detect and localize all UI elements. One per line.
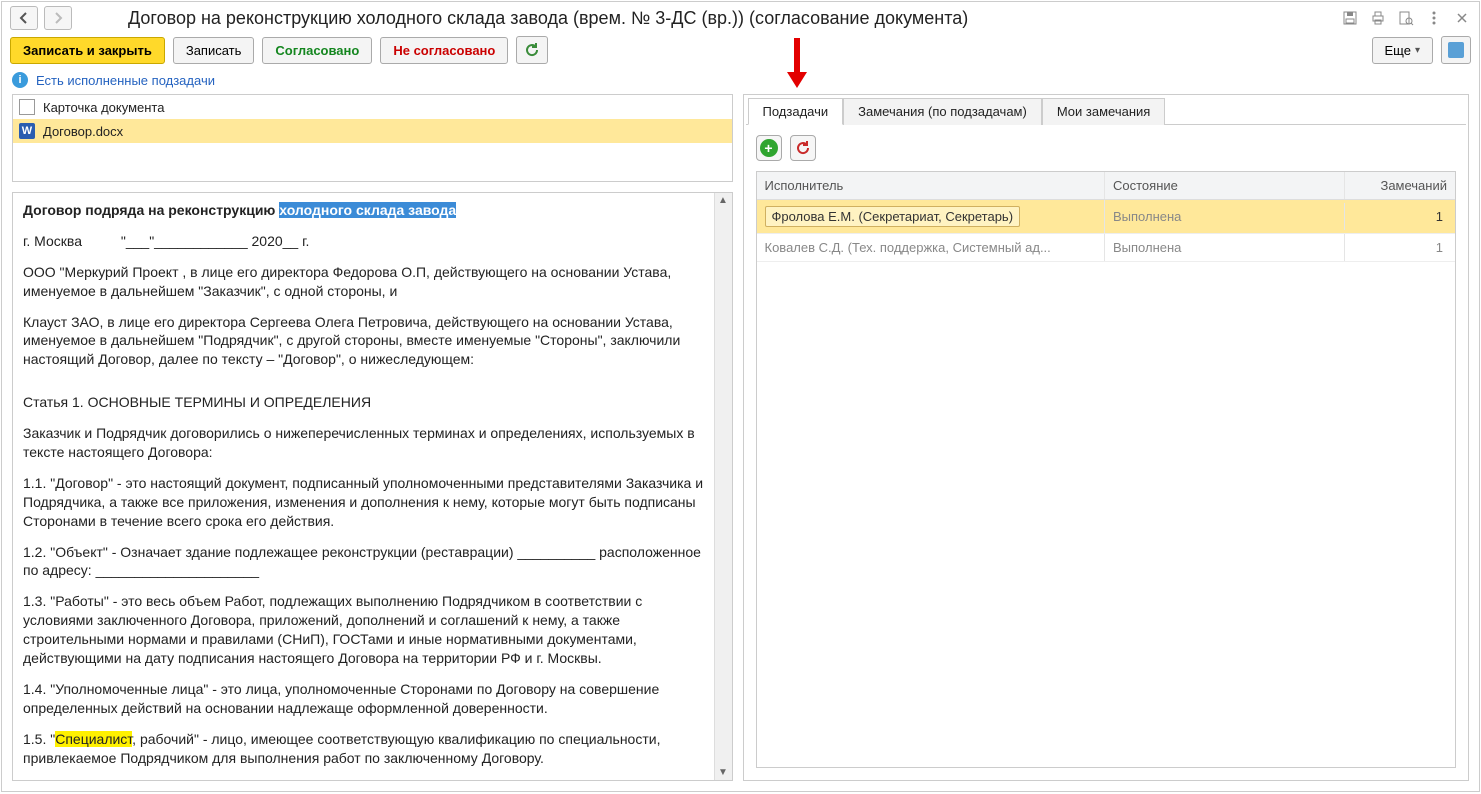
more-button[interactable]: Еще (1372, 37, 1433, 64)
file-row-card[interactable]: Карточка документа (13, 95, 732, 119)
card-icon (19, 99, 35, 115)
doc-para: ООО "Меркурий Проект , в лице его директ… (23, 263, 704, 301)
executor-cell: Ковалев С.Д. (Тех. поддержка, Системный … (757, 234, 1106, 261)
doc-para: 1.3. "Работы" - это весь объем Работ, по… (23, 592, 704, 668)
doc-title-selection: холодного склада завода (279, 202, 456, 218)
preview-icon[interactable] (1397, 9, 1415, 27)
state-cell: Выполнена (1105, 234, 1345, 261)
close-icon[interactable] (1453, 9, 1471, 27)
refresh-subtasks-button[interactable] (790, 135, 816, 161)
scrollbar[interactable]: ▲ ▼ (714, 193, 732, 780)
disagree-button[interactable]: Не согласовано (380, 37, 508, 64)
table-row[interactable]: Фролова Е.М. (Секретариат, Секретарь) Вы… (757, 200, 1456, 234)
doc-para: 1.4. "Уполномоченные лица" - это лица, у… (23, 680, 704, 718)
print-icon[interactable] (1369, 9, 1387, 27)
col-state[interactable]: Состояние (1105, 172, 1345, 199)
attachment-button[interactable] (1441, 36, 1471, 64)
doc-para: 1.5. "Специалист, рабочий" - лицо, имеющ… (23, 730, 704, 768)
state-cell: Выполнена (1105, 203, 1345, 230)
file-label: Карточка документа (43, 100, 164, 115)
agree-button[interactable]: Согласовано (262, 37, 372, 64)
more-label: Еще (1385, 43, 1411, 58)
col-executor[interactable]: Исполнитель (757, 172, 1106, 199)
nav-forward-button[interactable] (44, 6, 72, 30)
add-subtask-button[interactable]: + (756, 135, 782, 161)
subtask-toolbar: + (746, 125, 1467, 171)
save-icon[interactable] (1341, 9, 1359, 27)
tab-subtasks[interactable]: Подзадачи (748, 98, 844, 125)
document-preview[interactable]: Договор подряда на реконструкцию холодно… (13, 193, 714, 780)
grid-header: Исполнитель Состояние Замечаний (757, 172, 1456, 200)
table-row[interactable]: Ковалев С.Д. (Тех. поддержка, Системный … (757, 234, 1456, 262)
plus-icon: + (760, 139, 778, 157)
file-label: Договор.docx (43, 124, 123, 139)
main-toolbar: Записать и закрыть Записать Согласовано … (2, 34, 1479, 72)
doc-title: Договор подряда на реконструкцию холодно… (23, 201, 704, 220)
arrow-right-icon (52, 12, 64, 24)
attachment-icon (1448, 42, 1464, 58)
window-title: Договор на реконструкцию холодного склад… (128, 8, 1335, 29)
arrow-left-icon (18, 12, 30, 24)
executor-cell: Фролова Е.М. (Секретариат, Секретарь) (765, 206, 1021, 227)
refresh-button[interactable] (516, 36, 548, 64)
right-tabs: Подзадачи Замечания (по подзадачам) Мои … (746, 97, 1467, 125)
doc-para: 1.2. "Объект" - Означает здание подлежащ… (23, 543, 704, 581)
doc-highlight: Специалист (55, 731, 132, 747)
file-row-docx[interactable]: W Договор.docx (13, 119, 732, 143)
more-menu-icon[interactable] (1425, 9, 1443, 27)
word-icon: W (19, 123, 35, 139)
save-button[interactable]: Записать (173, 37, 255, 64)
doc-para: 1.1. "Договор" - это настоящий документ,… (23, 474, 704, 531)
doc-title-prefix: Договор подряда на реконструкцию (23, 202, 279, 218)
scroll-down-icon[interactable]: ▼ (718, 767, 728, 778)
info-icon: i (12, 72, 28, 88)
file-list[interactable]: Карточка документа W Договор.docx (12, 94, 733, 182)
tab-remarks-by-subtask[interactable]: Замечания (по подзадачам) (843, 98, 1042, 125)
scroll-up-icon[interactable]: ▲ (718, 195, 728, 206)
subtask-grid[interactable]: Исполнитель Состояние Замечаний Фролова … (756, 171, 1457, 768)
count-cell: 1 (1345, 234, 1455, 261)
doc-article-heading: Статья 1. ОСНОВНЫЕ ТЕРМИНЫ И ОПРЕДЕЛЕНИЯ (23, 393, 704, 412)
titlebar: Договор на реконструкцию холодного склад… (2, 2, 1479, 34)
info-link[interactable]: Есть исполненные подзадачи (36, 73, 215, 88)
count-cell: 1 (1345, 203, 1455, 230)
doc-para: Заказчик и Подрядчик договорились о ниже… (23, 424, 704, 462)
refresh-icon (524, 42, 540, 58)
col-remarks[interactable]: Замечаний (1345, 172, 1455, 199)
doc-city-line: г. Москва "___"____________ 2020__ г. (23, 232, 704, 251)
tab-my-remarks[interactable]: Мои замечания (1042, 98, 1166, 125)
refresh-icon (795, 140, 811, 156)
doc-text: 1.5. " (23, 731, 55, 747)
save-and-close-button[interactable]: Записать и закрыть (10, 37, 165, 64)
info-row: i Есть исполненные подзадачи (2, 72, 1479, 94)
doc-para: Клауст ЗАО, в лице его директора Сергеев… (23, 313, 704, 370)
nav-back-button[interactable] (10, 6, 38, 30)
